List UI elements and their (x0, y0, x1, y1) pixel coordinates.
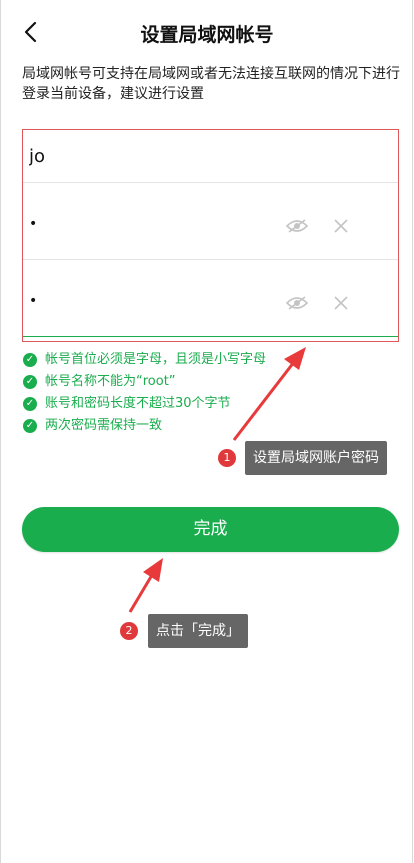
close-icon (334, 219, 348, 233)
left-edge-line (0, 0, 1, 863)
check-icon: ✓ (23, 375, 37, 389)
page-title: 设置局域网帐号 (140, 24, 274, 46)
rule-text: 帐号名称不能为“root” (45, 374, 176, 389)
username-input[interactable] (27, 140, 331, 172)
annotation-arrow-2 (128, 558, 163, 613)
check-icon: ✓ (23, 353, 37, 367)
step-badge: 1 (218, 449, 236, 467)
annotation-tooltip: 点击「完成」 (148, 614, 248, 648)
confirm-password-visibility-toggle[interactable] (285, 295, 309, 311)
rule-item: ✓ 账号和密码长度不超过30个字节 (23, 395, 323, 415)
done-button[interactable]: 完成 (22, 507, 399, 552)
rule-item: ✓ 两次密码需保持一致 (23, 417, 323, 437)
eye-slash-icon (285, 296, 309, 310)
annotation-tooltip: 设置局域网账户密码 (245, 441, 387, 475)
confirm-password-row (23, 260, 398, 337)
close-icon (334, 296, 348, 310)
account-form (22, 129, 399, 342)
rule-item: ✓ 帐号名称不能为“root” (23, 373, 323, 393)
header: 设置局域网帐号 (0, 0, 414, 64)
rule-item: ✓ 帐号首位必须是字母，且须是小写字母 (23, 351, 323, 371)
rule-text: 帐号首位必须是字母，且须是小写字母 (45, 352, 267, 367)
right-edge-line (412, 0, 413, 863)
password-clear-button[interactable] (333, 218, 349, 234)
password-input[interactable] (27, 211, 231, 237)
confirm-password-input[interactable] (27, 288, 231, 314)
rule-text: 账号和密码长度不超过30个字节 (45, 396, 231, 411)
check-icon: ✓ (23, 397, 37, 411)
step-badge: 2 (120, 622, 138, 640)
password-visibility-toggle[interactable] (285, 218, 309, 234)
rule-text: 两次密码需保持一致 (45, 418, 163, 433)
check-icon: ✓ (23, 419, 37, 433)
eye-slash-icon (285, 219, 309, 233)
username-row (23, 130, 398, 183)
confirm-password-clear-button[interactable] (333, 295, 349, 311)
password-row (23, 183, 398, 260)
page-description: 局域网帐号可支持在局域网或者无法连接互联网的情况下进行登录当前设备，建议进行设置 (22, 66, 400, 102)
